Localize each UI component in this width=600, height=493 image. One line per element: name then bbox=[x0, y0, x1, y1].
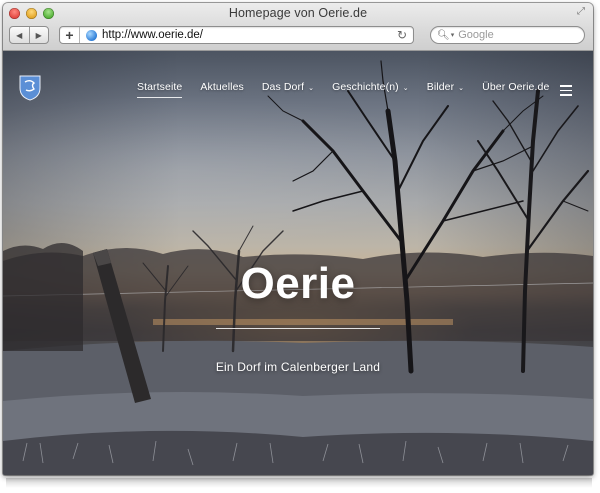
nav-item-label: Aktuelles bbox=[200, 81, 244, 93]
globe-icon bbox=[86, 29, 97, 41]
web-page: Startseite Aktuelles Das Dorf ⌄ Geschich… bbox=[3, 51, 593, 475]
reload-icon[interactable]: ↻ bbox=[397, 27, 407, 43]
address-bar: + ↻ bbox=[59, 26, 414, 44]
add-bookmark-button[interactable]: + bbox=[60, 27, 80, 43]
nav-item-ueber-oerie[interactable]: Über Oerie.de bbox=[482, 81, 549, 93]
nav-item-bilder[interactable]: Bilder ⌄ bbox=[427, 81, 464, 93]
nav-item-label: Das Dorf bbox=[261, 81, 305, 93]
back-forward-control: ◀ ▶ bbox=[9, 26, 49, 44]
browser-window: Homepage von Oerie.de ⤢ ◀ ▶ + ↻ 🔍︎ ▾ bbox=[3, 3, 593, 475]
nav-item-geschichten[interactable]: Geschichte(n) ⌄ bbox=[332, 81, 409, 93]
chevron-down-icon: ⌄ bbox=[308, 84, 315, 92]
window-drop-shadow bbox=[6, 478, 592, 488]
nav-item-label: Geschichte(n) bbox=[332, 81, 399, 93]
search-input[interactable] bbox=[458, 29, 579, 41]
nav-item-aktuelles[interactable]: Aktuelles bbox=[200, 81, 244, 93]
nav-item-label: Startseite bbox=[137, 81, 183, 93]
chevron-down-icon: ⌄ bbox=[458, 84, 465, 92]
browser-toolbar: Homepage von Oerie.de ⤢ ◀ ▶ + ↻ 🔍︎ ▾ bbox=[3, 3, 593, 51]
nav-item-label: Über Oerie.de bbox=[482, 81, 550, 93]
url-input[interactable] bbox=[102, 28, 392, 42]
search-icon[interactable]: 🔍︎ bbox=[437, 30, 450, 41]
main-navigation: Startseite Aktuelles Das Dorf ⌄ Geschich… bbox=[137, 81, 549, 98]
search-field: 🔍︎ ▾ bbox=[430, 26, 585, 44]
hero-title: Oerie bbox=[240, 259, 356, 308]
back-button[interactable]: ◀ bbox=[10, 27, 29, 43]
hamburger-menu-icon[interactable] bbox=[560, 85, 572, 96]
chevron-down-icon[interactable]: ▾ bbox=[451, 31, 455, 39]
chevron-down-icon: ⌄ bbox=[402, 84, 409, 92]
window-title: Homepage von Oerie.de bbox=[228, 6, 368, 20]
fullscreen-icon[interactable]: ⤢ bbox=[575, 6, 587, 18]
coat-of-arms-icon[interactable] bbox=[19, 75, 41, 101]
forward-button[interactable]: ▶ bbox=[28, 27, 49, 43]
nav-item-startseite[interactable]: Startseite bbox=[137, 81, 183, 98]
nav-item-das-dorf[interactable]: Das Dorf ⌄ bbox=[262, 81, 314, 93]
nav-item-label: Bilder bbox=[426, 81, 455, 93]
hero-divider bbox=[216, 328, 380, 329]
hero-subtitle: Ein Dorf im Calenberger Land bbox=[215, 360, 381, 374]
